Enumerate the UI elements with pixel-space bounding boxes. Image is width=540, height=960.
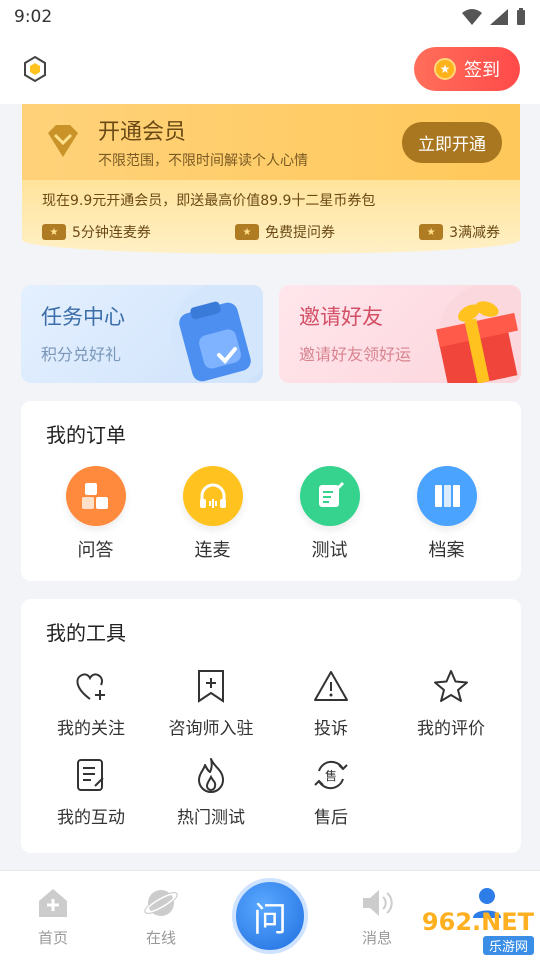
tab-label: 首页 xyxy=(37,929,68,947)
tool-hot-tests[interactable]: 热门测试 xyxy=(151,755,271,828)
coupon-label: 3满减券 xyxy=(449,225,500,241)
member-promo: 现在9.9元开通会员，即送最高价值89.9十二星币券包 xyxy=(42,193,376,209)
diamond-icon xyxy=(48,125,78,157)
member-title: 开通会员 xyxy=(98,120,187,145)
tool-label: 热门测试 xyxy=(177,808,245,828)
order-archive[interactable]: 档案 xyxy=(397,466,497,562)
page-header: ★ 签到 xyxy=(0,34,540,104)
coin-icon: ★ xyxy=(434,58,456,80)
order-label: 档案 xyxy=(428,540,465,561)
tool-complaint[interactable]: 投诉 xyxy=(271,666,391,739)
my-tools-panel: 我的工具 我的关注 咨询师入驻 投诉 我的评价 我的互动 热门测试 售 售后 xyxy=(21,599,521,853)
signin-label: 签到 xyxy=(464,60,500,81)
speaker-icon xyxy=(359,885,395,921)
member-subtitle: 不限范围，不限时间解读个人心情 xyxy=(98,153,308,169)
tab-home[interactable]: 首页 xyxy=(13,885,93,948)
coupon-item: ★ 免费提问券 xyxy=(235,222,335,242)
tool-label: 投诉 xyxy=(314,719,348,739)
tool-my-interactions[interactable]: 我的互动 xyxy=(31,755,151,828)
ticket-icon: ★ xyxy=(419,224,444,240)
wifi-icon xyxy=(462,9,482,25)
gift-icon xyxy=(436,285,521,383)
order-label: 问答 xyxy=(77,540,114,561)
watermark-brand: 962.NET xyxy=(421,908,534,936)
signal-icon xyxy=(490,9,508,25)
battery-icon xyxy=(517,8,525,25)
status-bar: 9:02 xyxy=(0,0,540,34)
document-icon xyxy=(71,755,111,795)
status-time: 9:02 xyxy=(14,7,53,27)
star-icon xyxy=(431,666,471,706)
tool-label: 我的互动 xyxy=(57,808,125,828)
order-qa[interactable]: 问答 xyxy=(46,466,146,562)
tool-label: 我的关注 xyxy=(57,719,125,739)
order-grid: 问答 连麦 测试 档案 xyxy=(21,448,521,562)
archive-books-icon xyxy=(416,466,477,526)
headphones-icon xyxy=(182,466,243,526)
coupon-list: ★ 5分钟连麦券 ★ 免费提问券 ★ 3满减券 xyxy=(22,216,520,242)
heart-plus-icon xyxy=(71,666,111,706)
my-orders-panel: 我的订单 问答 连麦 测试 档案 xyxy=(21,401,521,581)
test-note-icon xyxy=(299,466,360,526)
tool-my-reviews[interactable]: 我的评价 xyxy=(391,666,511,739)
member-header: 开通会员 不限范围，不限时间解读个人心情 立即开通 xyxy=(22,104,520,180)
member-card[interactable]: 开通会员 不限范围，不限时间解读个人心情 立即开通 现在9.9元开通会员，即送最… xyxy=(22,104,520,254)
clipboard-check-icon xyxy=(171,285,263,383)
site-watermark-logo: 962.NET 乐游网 xyxy=(400,908,540,955)
coupon-label: 免费提问券 xyxy=(265,225,335,241)
planet-icon xyxy=(143,885,179,921)
tool-label: 我的评价 xyxy=(417,719,485,739)
task-center-card[interactable]: 任务中心 积分兑好礼 xyxy=(21,285,263,383)
my-orders-title: 我的订单 xyxy=(46,423,126,447)
my-tools-title: 我的工具 xyxy=(46,621,126,645)
status-icons xyxy=(462,8,526,26)
tool-label: 售后 xyxy=(314,808,348,828)
ask-label: 问 xyxy=(253,899,287,940)
tool-consultant-join[interactable]: 咨询师入驻 xyxy=(151,666,271,739)
watermark-site: 乐游网 xyxy=(482,936,534,955)
signin-button[interactable]: ★ 签到 xyxy=(414,47,520,91)
ticket-icon: ★ xyxy=(235,224,259,240)
qa-blocks-icon xyxy=(65,466,126,526)
coupon-label: 5分钟连麦券 xyxy=(72,225,151,241)
bookmark-plus-icon xyxy=(191,666,231,706)
after-sales-icon: 售 xyxy=(311,755,351,795)
flame-icon xyxy=(191,755,231,795)
settings-hexagon-icon[interactable] xyxy=(20,54,50,84)
order-label: 测试 xyxy=(311,540,348,561)
order-label: 连麦 xyxy=(194,540,231,561)
tool-label: 咨询师入驻 xyxy=(168,719,254,739)
coupon-item: ★ 3满减券 xyxy=(419,222,500,242)
tool-following[interactable]: 我的关注 xyxy=(31,666,151,739)
order-voice-call[interactable]: 连麦 xyxy=(163,466,263,562)
open-membership-button[interactable]: 立即开通 xyxy=(402,121,502,163)
tool-grid: 我的关注 咨询师入驻 投诉 我的评价 我的互动 热门测试 售 售后 xyxy=(21,646,521,828)
tool-after-sales[interactable]: 售 售后 xyxy=(271,755,391,828)
svg-text:售: 售 xyxy=(325,768,337,783)
order-test[interactable]: 测试 xyxy=(280,466,380,562)
coupon-item: ★ 5分钟连麦券 xyxy=(42,222,151,242)
tab-label: 在线 xyxy=(145,929,176,947)
tab-online[interactable]: 在线 xyxy=(121,885,201,948)
tab-label: 消息 xyxy=(361,929,392,947)
ticket-icon: ★ xyxy=(42,224,66,240)
warning-icon xyxy=(311,666,351,706)
home-icon xyxy=(35,885,71,921)
ask-question-button[interactable]: 问 xyxy=(232,878,308,954)
invite-friends-card[interactable]: 邀请好友 邀请好友领好运 xyxy=(279,285,521,383)
